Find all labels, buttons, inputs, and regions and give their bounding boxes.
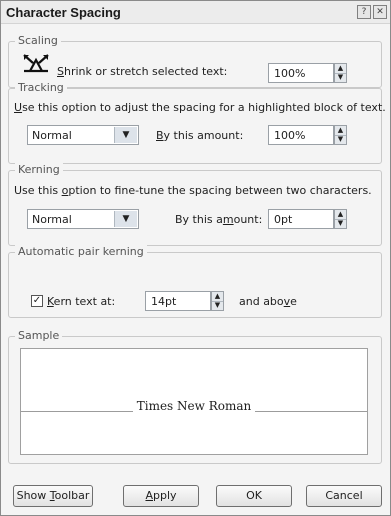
chevron-down-icon[interactable]: ▼: [114, 127, 137, 143]
kerning-group: Kerning: [8, 163, 382, 246]
sample-legend: Sample: [15, 329, 63, 342]
apply-button[interactable]: Apply: [123, 485, 199, 507]
close-icon: ✕: [376, 7, 384, 17]
character-spacing-dialog: Character Spacing ? ✕ Scaling Shrink or …: [0, 0, 391, 516]
kern-text-label: Kern text at:: [47, 295, 116, 308]
kern-text-checkbox[interactable]: ✓: [31, 295, 43, 307]
spin-down-icon[interactable]: ▼: [212, 301, 223, 310]
chevron-down-icon[interactable]: ▼: [114, 211, 137, 227]
help-icon: ?: [361, 7, 367, 17]
tracking-legend: Tracking: [15, 81, 67, 94]
help-button[interactable]: ?: [357, 5, 371, 19]
kern-size-input[interactable]: 14pt: [145, 291, 211, 311]
tracking-amount-spinner[interactable]: ▲ ▼: [334, 125, 347, 145]
kerning-mode-select[interactable]: Normal ▼: [27, 209, 139, 229]
tracking-amount-input[interactable]: 100%: [268, 125, 334, 145]
kern-above-label: and above: [239, 295, 297, 308]
kerning-description: Use this option to fine-tune the spacing…: [14, 184, 372, 197]
show-toolbar-button[interactable]: Show Toolbar: [13, 485, 93, 507]
tracking-amount-label: By this amount:: [156, 129, 244, 142]
tracking-mode-value: Normal: [32, 129, 72, 142]
spin-down-icon[interactable]: ▼: [335, 73, 346, 82]
checkmark-icon: ✓: [32, 295, 42, 306]
scaling-input[interactable]: 100%: [268, 63, 334, 83]
shrink-stretch-icon: [23, 54, 49, 73]
sample-text: Times New Roman: [21, 399, 367, 413]
scaling-spinner[interactable]: ▲ ▼: [334, 63, 347, 83]
spin-down-icon[interactable]: ▼: [335, 219, 346, 228]
kern-size-spinner[interactable]: ▲ ▼: [211, 291, 224, 311]
tracking-description: Use this option to adjust the spacing fo…: [14, 101, 386, 114]
scaling-legend: Scaling: [15, 34, 61, 47]
kerning-mode-value: Normal: [32, 213, 72, 226]
sample-preview: Times New Roman: [20, 348, 368, 455]
kerning-legend: Kerning: [15, 163, 63, 176]
kerning-amount-input[interactable]: 0pt: [268, 209, 334, 229]
kerning-amount-label: By this amount:: [175, 213, 263, 226]
ok-button[interactable]: OK: [216, 485, 292, 507]
close-button[interactable]: ✕: [373, 5, 387, 19]
cancel-button[interactable]: Cancel: [306, 485, 382, 507]
tracking-mode-select[interactable]: Normal ▼: [27, 125, 139, 145]
kerning-amount-spinner[interactable]: ▲ ▼: [334, 209, 347, 229]
spin-down-icon[interactable]: ▼: [335, 135, 346, 144]
title-bar: Character Spacing ? ✕: [1, 1, 390, 24]
dialog-title: Character Spacing: [6, 5, 121, 20]
auto-kerning-legend: Automatic pair kerning: [15, 245, 147, 258]
scaling-label: Shrink or stretch selected text:: [57, 65, 228, 78]
